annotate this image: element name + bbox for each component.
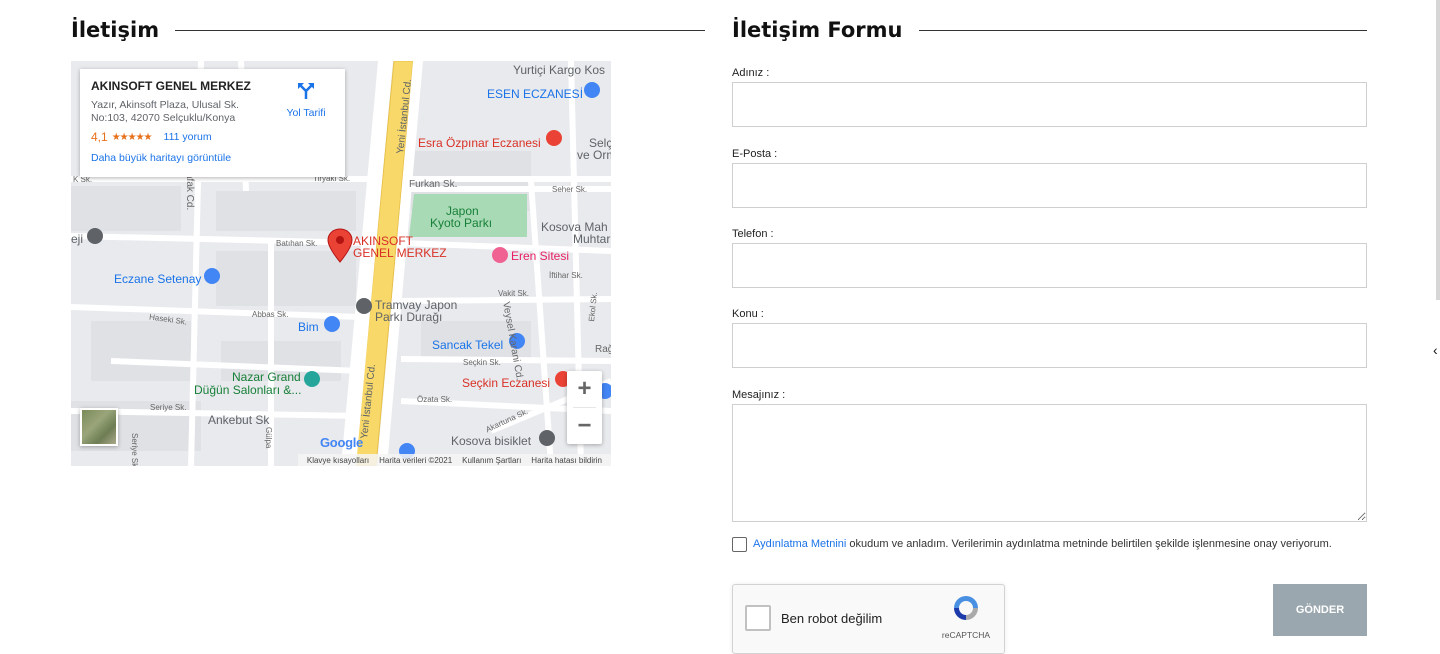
map-footer: Klavye kısayolları Harita verileri ©2021…	[297, 454, 611, 466]
poi-kyoto[interactable]: Kyoto Parkı	[430, 216, 492, 230]
google-logo: Google	[320, 435, 363, 450]
contact-form-title: İletişim Formu	[732, 18, 903, 42]
place-info-card: AKINSOFT GENEL MERKEZ Yazır, Akinsoft Pl…	[80, 69, 345, 177]
poi-esen[interactable]: ESEN ECZANESİ	[487, 87, 583, 101]
road-gulpa: Gülpa	[264, 427, 273, 449]
title-divider	[175, 29, 705, 31]
recaptcha-checkbox[interactable]	[745, 605, 771, 631]
consent-checkbox[interactable]	[732, 537, 747, 552]
page-scrollbar[interactable]	[1436, 0, 1440, 300]
email-label: E-Posta :	[732, 148, 778, 160]
road-afak: afak Cd.	[184, 173, 195, 211]
poi-nazar-1[interactable]: Nazar Grand	[232, 370, 301, 384]
recaptcha-brand: reCAPTCHA	[941, 630, 991, 640]
recaptcha-logo: reCAPTCHA	[938, 593, 994, 640]
consent-row: Aydınlatma Metnini okudum ve anladım. Ve…	[732, 536, 1352, 552]
google-map[interactable]: Yurtiçi Kargo Kos ESEN ECZANESİ Esra Özp…	[71, 61, 611, 466]
poi-yurtici[interactable]: Yurtiçi Kargo Kos	[513, 63, 605, 77]
road-seckin-sk: Seçkin Sk.	[463, 358, 501, 367]
road-vakit: Vakit Sk.	[498, 289, 529, 298]
poi-sancak[interactable]: Sancak Tekel	[432, 338, 503, 352]
map-data-text: Harita verileri ©2021	[379, 455, 453, 465]
message-textarea[interactable]	[732, 404, 1367, 522]
contact-form-heading: İletişim Formu	[732, 18, 1367, 42]
poi-veorm[interactable]: ve Orm	[577, 148, 611, 162]
recaptcha-label: Ben robot değilim	[781, 611, 883, 626]
consent-link[interactable]: Aydınlatma Metnini	[753, 538, 846, 550]
phone-input[interactable]	[732, 243, 1367, 288]
poi-eczane-setenay[interactable]: Eczane Setenay	[114, 272, 201, 286]
poi-muhtar[interactable]: Muhtar	[573, 232, 610, 246]
contact-title: İletişim	[71, 18, 160, 42]
consent-text: Aydınlatma Metnini okudum ve anladım. Ve…	[732, 536, 1352, 552]
poi-bim[interactable]: Bim	[298, 320, 319, 334]
consent-body: okudum ve anladım. Verilerimin aydınlatm…	[846, 538, 1332, 550]
phone-label: Telefon :	[732, 228, 774, 240]
poi-esra[interactable]: Esra Özpınar Eczanesi	[418, 136, 541, 150]
poi-tramvay-2[interactable]: Parkı Durağı	[375, 310, 442, 324]
zoom-controls: + −	[567, 371, 602, 444]
zoom-out-button[interactable]: −	[567, 408, 602, 444]
road-furkan: Furkan Sk.	[409, 179, 458, 190]
form-title-divider	[918, 29, 1367, 31]
road-rag: Rağ	[595, 344, 611, 355]
poi-kosova-bisiklet[interactable]: Kosova bisiklet	[451, 434, 531, 448]
directions-label: Yol Tarifi	[286, 107, 326, 119]
mouse-cursor-icon: ‹	[1433, 342, 1438, 358]
message-label: Mesajınız :	[732, 389, 786, 401]
name-label: Adınız :	[732, 67, 770, 79]
rating-stars-icon: ★★★★★	[111, 131, 153, 143]
email-input[interactable]	[732, 163, 1367, 208]
road-seriye: Seriye Sk.	[150, 403, 187, 412]
google-logo-text: Google	[320, 435, 363, 450]
road-batihan: Batıhan Sk.	[276, 239, 318, 248]
zoom-in-button[interactable]: +	[567, 371, 602, 407]
marker-label-2[interactable]: GENEL MERKEZ	[353, 247, 447, 259]
contact-heading: İletişim	[71, 18, 705, 42]
terms-link[interactable]: Kullanım Şartları	[457, 456, 526, 465]
poi-eji[interactable]: eji	[71, 232, 83, 246]
keyboard-shortcuts-link[interactable]: Klavye kısayolları	[302, 456, 374, 465]
poi-seckin[interactable]: Seçkin Eczanesi	[462, 376, 550, 390]
road-ozata: Özata Sk.	[417, 395, 453, 404]
subject-input[interactable]	[732, 323, 1367, 368]
bigger-map-link[interactable]: Daha büyük haritayı görüntüle	[91, 152, 334, 164]
subject-label: Konu :	[732, 308, 764, 320]
recaptcha-widget: Ben robot değilim reCAPTCHA	[732, 584, 1005, 654]
submit-button[interactable]: GÖNDER	[1273, 584, 1367, 636]
recaptcha-icon	[954, 596, 978, 620]
road-seher: Seher Sk.	[552, 185, 588, 194]
poi-eren[interactable]: Eren Sitesi	[511, 249, 569, 263]
satellite-toggle-button[interactable]	[80, 408, 118, 446]
directions-icon	[298, 83, 314, 99]
reviews-link[interactable]: 111 yorum	[164, 131, 212, 143]
place-address: Yazır, Akinsoft Plaza, Ulusal Sk. No:103…	[91, 99, 240, 124]
place-rating: 4,1 ★★★★★ 111 yorum	[91, 130, 334, 144]
rating-value: 4,1	[91, 130, 108, 144]
road-abbas: Abbas Sk.	[252, 310, 289, 319]
poi-ankebut: Ankebut Sk	[208, 413, 270, 427]
road-seriye-2: Seriye Sk	[130, 433, 139, 466]
poi-nazar-2[interactable]: Düğün Salonları &...	[194, 383, 301, 397]
road-iftihar: İftihar Sk.	[549, 271, 583, 280]
report-error-link[interactable]: Harita hatası bildirin	[526, 456, 607, 465]
directions-button[interactable]: Yol Tarifi	[281, 81, 331, 119]
name-input[interactable]	[732, 82, 1367, 127]
